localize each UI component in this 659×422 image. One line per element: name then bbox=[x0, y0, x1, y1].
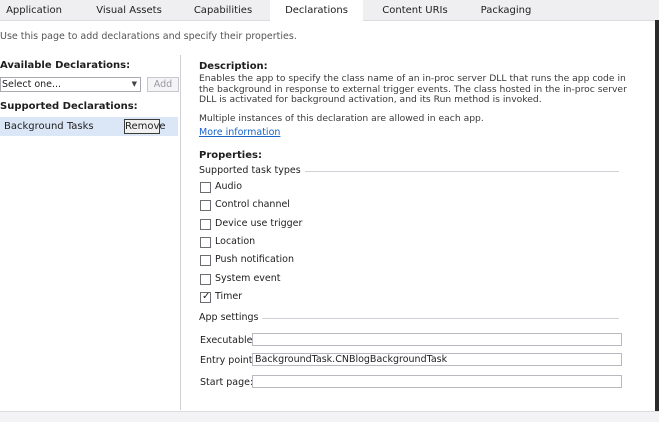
check-icon: ✓ bbox=[202, 291, 211, 302]
task-types-group-label: Supported task types bbox=[199, 165, 305, 176]
task-type-label: Device use trigger bbox=[215, 218, 303, 229]
executable-input[interactable] bbox=[252, 333, 622, 346]
checkbox[interactable] bbox=[200, 200, 211, 211]
description-text: Enables the app to specify the class nam… bbox=[199, 73, 627, 106]
tab-application[interactable]: Application bbox=[0, 0, 68, 20]
manifest-designer: Application Visual Assets Capabilities D… bbox=[0, 0, 659, 422]
checkbox[interactable] bbox=[200, 237, 211, 248]
executable-label: Executable: bbox=[200, 335, 256, 346]
task-type-label: Control channel bbox=[215, 199, 290, 210]
description-heading: Description: bbox=[199, 61, 268, 72]
add-button[interactable]: Add bbox=[147, 77, 179, 92]
start-page-input[interactable] bbox=[252, 375, 622, 388]
task-type-label: Timer bbox=[215, 291, 243, 302]
declaration-item-label: Background Tasks bbox=[4, 121, 94, 132]
declarations-panel: Available Declarations: Select one... ▼ … bbox=[0, 55, 181, 410]
tab-visual-assets[interactable]: Visual Assets bbox=[92, 0, 166, 20]
properties-heading: Properties: bbox=[199, 150, 262, 161]
declaration-item-background-tasks[interactable]: Background Tasks Remove bbox=[0, 117, 178, 136]
app-settings-divider bbox=[261, 318, 619, 319]
declaration-select[interactable]: Select one... ▼ bbox=[0, 77, 141, 92]
bottom-bar bbox=[0, 411, 659, 422]
app-settings-group-label: App settings bbox=[199, 312, 263, 323]
entry-point-label: Entry point: bbox=[200, 355, 256, 366]
declaration-select-value: Select one... bbox=[2, 79, 62, 90]
task-type-label: Audio bbox=[215, 181, 243, 192]
task-type-label: System event bbox=[215, 273, 281, 284]
scrollbar-edge bbox=[655, 20, 659, 412]
chevron-down-icon: ▼ bbox=[131, 80, 137, 88]
checkbox[interactable] bbox=[200, 182, 211, 193]
task-type-label: Push notification bbox=[215, 254, 294, 265]
multiple-instances-note: Multiple instances of this declaration a… bbox=[199, 113, 484, 124]
checkbox[interactable]: ✓ bbox=[200, 291, 211, 303]
task-types-divider bbox=[283, 171, 619, 172]
checkbox[interactable] bbox=[200, 274, 211, 285]
checkbox[interactable] bbox=[200, 255, 211, 266]
declaration-details: Description: Enables the app to specify … bbox=[199, 0, 639, 422]
available-declarations-heading: Available Declarations: bbox=[0, 60, 131, 71]
entry-point-input[interactable]: BackgroundTask.CNBlogBackgroundTask bbox=[252, 353, 622, 366]
checkbox[interactable] bbox=[200, 219, 211, 230]
more-information-link[interactable]: More information bbox=[199, 127, 280, 138]
remove-button[interactable]: Remove bbox=[124, 119, 166, 134]
start-page-label: Start page: bbox=[200, 377, 254, 388]
supported-declarations-heading: Supported Declarations: bbox=[0, 101, 138, 112]
task-type-label: Location bbox=[215, 236, 256, 247]
